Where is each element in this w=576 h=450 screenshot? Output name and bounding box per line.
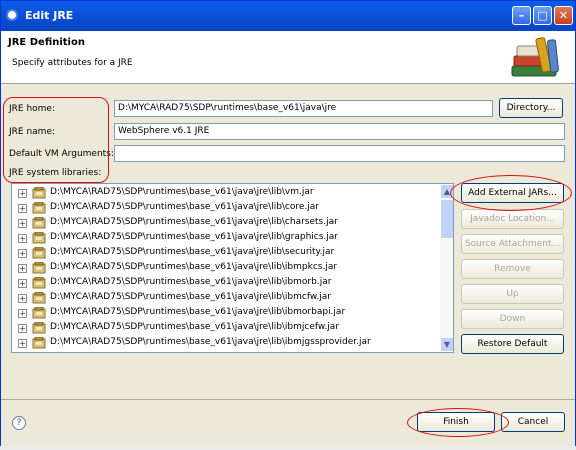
list-item[interactable]: + D:\MYCA\RAD75\SDP\runtimes\base_v61\ja… <box>12 231 440 246</box>
header-title: JRE Definition <box>8 37 85 48</box>
source-attachment-button[interactable]: Source Attachment... <box>461 234 564 254</box>
vm-args-input[interactable] <box>114 145 565 162</box>
jre-name-input[interactable]: WebSphere v6.1 JRE <box>114 123 565 140</box>
list-item[interactable]: + D:\MYCA\RAD75\SDP\runtimes\base_v61\ja… <box>12 261 440 276</box>
minimize-button[interactable]: – <box>512 6 531 25</box>
library-path: D:\MYCA\RAD75\SDP\runtimes\base_v61\java… <box>50 232 338 242</box>
library-path: D:\MYCA\RAD75\SDP\runtimes\base_v61\java… <box>50 217 338 227</box>
cancel-button[interactable]: Cancel <box>501 412 565 432</box>
library-path: D:\MYCA\RAD75\SDP\runtimes\base_v61\java… <box>50 292 331 302</box>
annotation-oval-finish <box>407 408 509 437</box>
vertical-scrollbar[interactable]: ▲ ▼ <box>440 184 453 352</box>
list-item[interactable]: + D:\MYCA\RAD75\SDP\runtimes\base_v61\ja… <box>12 276 440 291</box>
javadoc-location-button[interactable]: Javadoc Location... <box>461 209 564 229</box>
list-item[interactable]: + D:\MYCA\RAD75\SDP\runtimes\base_v61\ja… <box>12 201 440 216</box>
expand-icon[interactable]: + <box>18 189 27 198</box>
books-icon <box>511 37 559 77</box>
scroll-thumb[interactable] <box>440 199 453 239</box>
expand-icon[interactable]: + <box>18 339 27 348</box>
expand-icon[interactable]: + <box>18 264 27 273</box>
restore-default-button[interactable]: Restore Default <box>461 334 564 354</box>
jar-icon <box>32 187 46 199</box>
jar-icon <box>32 322 46 334</box>
expand-icon[interactable]: + <box>18 249 27 258</box>
jar-icon <box>32 247 46 259</box>
jar-icon <box>32 307 46 319</box>
bottom-strip <box>0 446 576 450</box>
jar-icon <box>32 292 46 304</box>
list-item[interactable]: + D:\MYCA\RAD75\SDP\runtimes\base_v61\ja… <box>12 291 440 306</box>
jar-icon <box>32 262 46 274</box>
minimize-icon: – <box>518 9 525 22</box>
jar-icon <box>32 232 46 244</box>
library-path: D:\MYCA\RAD75\SDP\runtimes\base_v61\java… <box>50 202 320 212</box>
edit-jre-dialog: Edit JRE – □ ✕ JRE Definition Specify at… <box>0 0 576 448</box>
scroll-down-arrow-icon[interactable]: ▼ <box>440 337 453 352</box>
library-path: D:\MYCA\RAD75\SDP\runtimes\base_v61\java… <box>50 307 346 317</box>
footer-divider <box>1 399 575 400</box>
maximize-button[interactable]: □ <box>533 6 552 25</box>
expand-icon[interactable]: + <box>18 324 27 333</box>
library-path: D:\MYCA\RAD75\SDP\runtimes\base_v61\java… <box>50 187 314 197</box>
libraries-tree[interactable]: + D:\MYCA\RAD75\SDP\runtimes\base_v61\ja… <box>11 183 454 353</box>
close-icon: ✕ <box>558 9 569 22</box>
down-button[interactable]: Down <box>461 309 564 329</box>
dialog-header: JRE Definition Specify attributes for a … <box>1 31 575 84</box>
header-subtitle: Specify attributes for a JRE <box>12 58 133 68</box>
title-bar[interactable]: Edit JRE – □ ✕ <box>1 1 575 31</box>
library-path: D:\MYCA\RAD75\SDP\runtimes\base_v61\java… <box>50 322 340 332</box>
library-path: D:\MYCA\RAD75\SDP\runtimes\base_v61\java… <box>50 262 338 272</box>
expand-icon[interactable]: + <box>18 234 27 243</box>
list-item[interactable]: + D:\MYCA\RAD75\SDP\runtimes\base_v61\ja… <box>12 216 440 231</box>
expand-icon[interactable]: + <box>18 309 27 318</box>
annotation-box-labels <box>3 97 109 183</box>
jar-icon <box>32 217 46 229</box>
list-item[interactable]: + D:\MYCA\RAD75\SDP\runtimes\base_v61\ja… <box>12 321 440 336</box>
help-icon[interactable]: ? <box>12 416 26 430</box>
expand-icon[interactable]: + <box>18 279 27 288</box>
directory-button[interactable]: Directory... <box>499 98 563 118</box>
eclipse-window-icon <box>6 9 18 21</box>
library-path: D:\MYCA\RAD75\SDP\runtimes\base_v61\java… <box>50 277 332 287</box>
expand-icon[interactable]: + <box>18 294 27 303</box>
up-button[interactable]: Up <box>461 284 564 304</box>
close-button[interactable]: ✕ <box>554 6 573 25</box>
library-path: D:\MYCA\RAD75\SDP\runtimes\base_v61\java… <box>50 247 335 257</box>
list-item[interactable]: + D:\MYCA\RAD75\SDP\runtimes\base_v61\ja… <box>12 246 440 261</box>
expand-icon[interactable]: + <box>18 219 27 228</box>
annotation-oval-add-jars <box>450 175 572 211</box>
jar-icon <box>32 277 46 289</box>
jar-icon <box>32 337 46 349</box>
list-item[interactable]: + D:\MYCA\RAD75\SDP\runtimes\base_v61\ja… <box>12 306 440 321</box>
library-path: D:\MYCA\RAD75\SDP\runtimes\base_v61\java… <box>50 337 371 347</box>
list-item[interactable]: + D:\MYCA\RAD75\SDP\runtimes\base_v61\ja… <box>12 186 440 201</box>
jre-home-input[interactable]: D:\MYCA\RAD75\SDP\runtimes\base_v61\java… <box>114 100 493 117</box>
maximize-icon: □ <box>537 9 548 22</box>
window-title: Edit JRE <box>25 9 74 22</box>
jar-icon <box>32 202 46 214</box>
list-item[interactable]: + D:\MYCA\RAD75\SDP\runtimes\base_v61\ja… <box>12 336 440 351</box>
expand-icon[interactable]: + <box>18 204 27 213</box>
remove-button[interactable]: Remove <box>461 259 564 279</box>
